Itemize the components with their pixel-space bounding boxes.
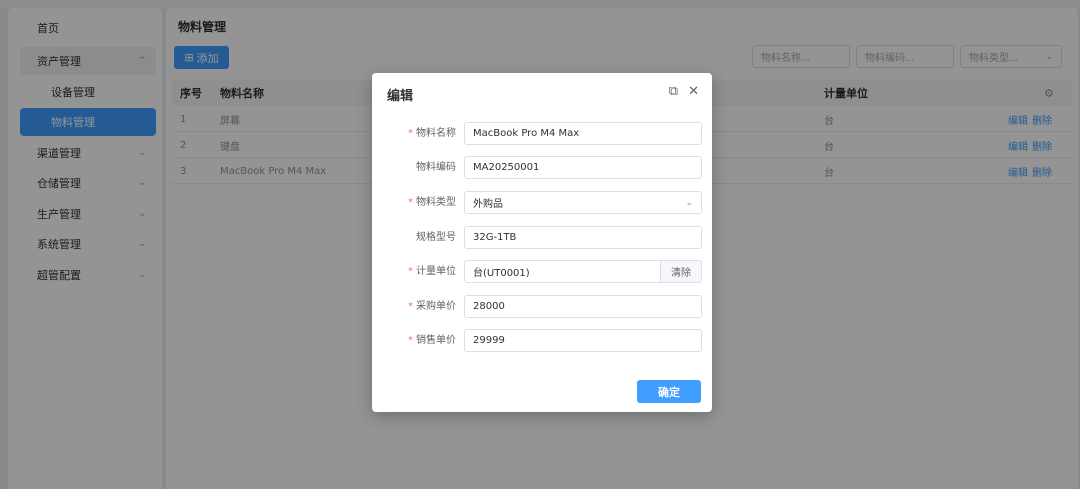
material-name-input[interactable]: MacBook Pro M4 Max [464,122,702,145]
required-mark: * [408,128,413,139]
field-value: MA20250001 [473,162,540,173]
chevron-down-icon: ⌄ [685,197,693,208]
required-mark: * [408,301,413,312]
field-label: 计量单位 [416,266,456,277]
form-row-purchase-price: * 采购单价 28000 [372,295,712,318]
required-mark: * [408,335,413,346]
form-row-code: 物料编码 MA20250001 [372,156,712,179]
field-value: 29999 [473,335,505,346]
form-row-unit: * 计量单位 台(UT0001) 清除 [372,260,712,283]
required-mark: * [408,266,413,277]
field-value: 28000 [473,301,505,312]
form-row-sale-price: * 销售单价 29999 [372,329,712,352]
edit-dialog: 编辑 ⧉ ✕ * 物料名称 MacBook Pro M4 Max 物料编码 MA2… [372,73,712,412]
form-row-spec: 规格型号 32G-1TB [372,226,712,249]
material-type-select[interactable]: 外购品 ⌄ [464,191,702,214]
close-icon[interactable]: ✕ [688,84,699,99]
confirm-button[interactable]: 确定 [637,380,701,403]
field-label: 采购单价 [416,301,456,312]
field-value: 外购品 [473,199,503,210]
field-value: 台(UT0001) [473,268,530,279]
field-label: 销售单价 [416,335,456,346]
unit-input[interactable]: 台(UT0001) [464,260,660,283]
dialog-title: 编辑 [387,89,414,104]
spec-model-input[interactable]: 32G-1TB [464,226,702,249]
field-value: 32G-1TB [473,232,517,243]
field-value: MacBook Pro M4 Max [473,128,580,139]
form-row-name: * 物料名称 MacBook Pro M4 Max [372,122,712,145]
field-label: 规格型号 [416,232,456,243]
field-label: 物料类型 [416,197,456,208]
form-row-type: * 物料类型 外购品 ⌄ [372,191,712,214]
field-label: 物料编码 [416,162,456,173]
sale-price-input[interactable]: 29999 [464,329,702,352]
required-mark: * [408,197,413,208]
maximize-icon[interactable]: ⧉ [669,84,678,99]
field-label: 物料名称 [416,128,456,139]
material-code-input[interactable]: MA20250001 [464,156,702,179]
purchase-price-input[interactable]: 28000 [464,295,702,318]
clear-button[interactable]: 清除 [660,260,702,283]
